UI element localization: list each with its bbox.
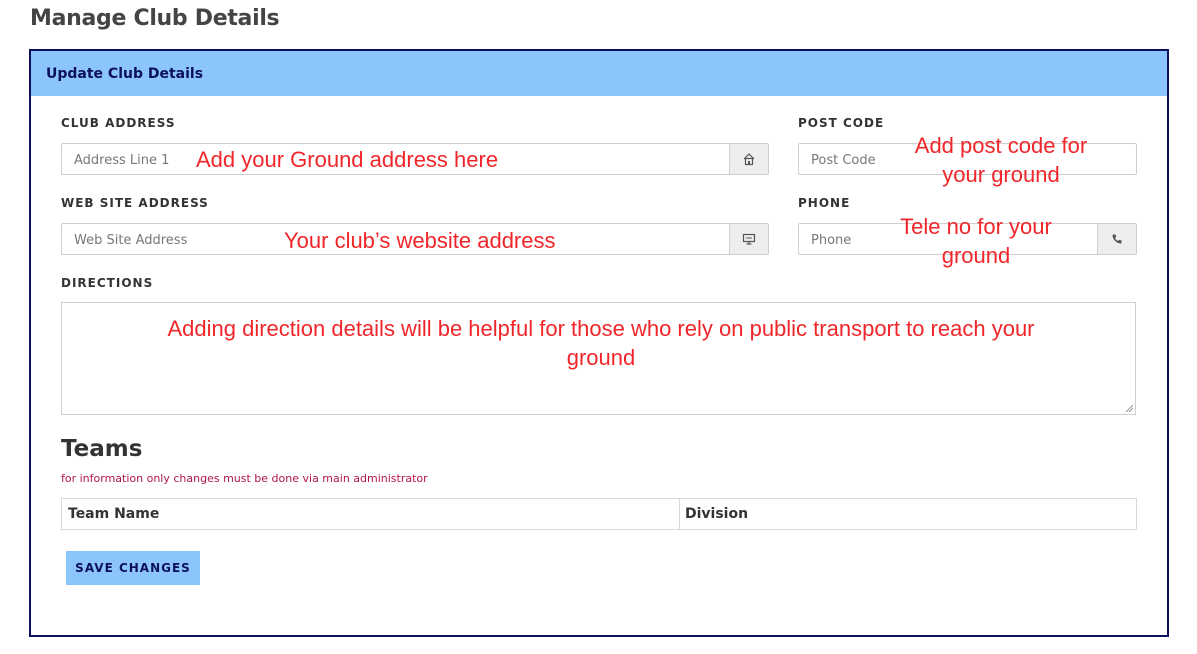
- annotation-post-code-line-2: your ground: [942, 162, 1060, 187]
- column-header-division: Division: [685, 506, 749, 522]
- annotation-phone-line-2: ground: [941, 243, 1011, 268]
- address-line-1-placeholder: Address Line 1: [74, 153, 170, 168]
- post-code-placeholder: Post Code: [811, 153, 876, 168]
- phone-label: PHONE: [798, 196, 851, 210]
- house-icon: [743, 153, 755, 166]
- annotation-post-code-line-1: Add post code for: [914, 133, 1088, 158]
- page-title: Manage Club Details: [30, 6, 280, 31]
- panel-header: Update Club Details: [31, 51, 1167, 96]
- panel-title: Update Club Details: [46, 66, 204, 82]
- address-addon: [729, 144, 768, 174]
- directions-label: DIRECTIONS: [61, 276, 154, 290]
- teams-table: Team Name Division: [61, 498, 1137, 530]
- annotation-directions-line-2: ground: [566, 345, 636, 370]
- phone-icon: [1112, 234, 1122, 244]
- column-header-team-name: Team Name: [68, 506, 160, 522]
- resize-grip-icon[interactable]: [1125, 404, 1133, 412]
- annotation-website: Your club’s website address: [284, 228, 556, 253]
- monitor-icon: [742, 233, 756, 245]
- annotation-directions-line-1: Adding direction details will be helpful…: [167, 316, 1035, 341]
- annotation-address: Add your Ground address here: [196, 147, 499, 172]
- phone-placeholder: Phone: [811, 233, 852, 248]
- club-address-label: CLUB ADDRESS: [61, 116, 176, 130]
- phone-addon: [1097, 224, 1136, 254]
- update-club-panel: Update Club Details CLUB ADDRESS Address…: [29, 49, 1169, 637]
- website-placeholder: Web Site Address: [74, 233, 188, 248]
- save-changes-button[interactable]: SAVE CHANGES: [66, 551, 200, 585]
- post-code-label: POST CODE: [798, 116, 885, 130]
- annotation-phone-line-1: Tele no for your: [900, 214, 1052, 239]
- teams-heading: Teams: [61, 436, 143, 462]
- website-label: WEB SITE ADDRESS: [61, 196, 209, 210]
- teams-note: for information only changes must be don…: [61, 472, 428, 485]
- website-addon: [729, 224, 768, 254]
